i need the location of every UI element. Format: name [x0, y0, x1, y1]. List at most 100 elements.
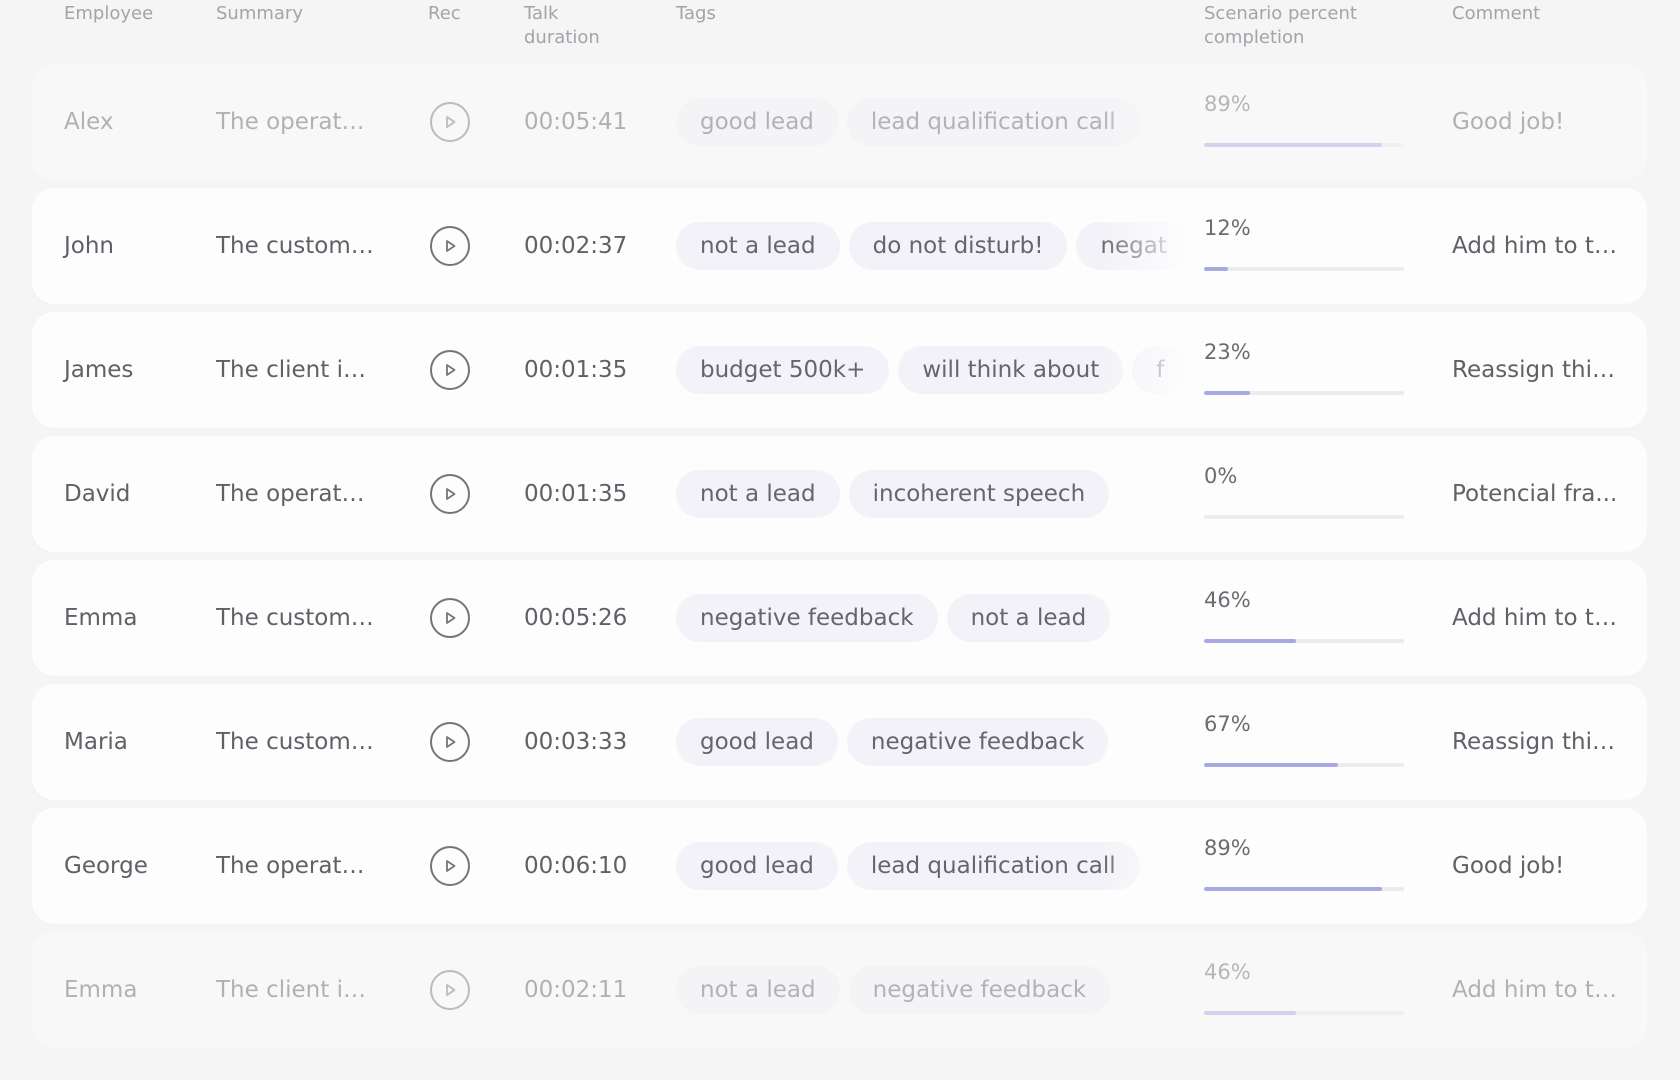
tag-chip[interactable]: budget 500k+: [676, 346, 890, 394]
progress-bar: [1204, 143, 1404, 147]
progress-bar-fill: [1204, 887, 1382, 891]
header-scenario-completion[interactable]: Scenario percent completion: [1204, 2, 1357, 50]
tag-chip[interactable]: negative feedback: [846, 718, 1109, 766]
play-button[interactable]: [430, 722, 470, 762]
rec-cell: [430, 436, 478, 552]
comment-text-text: Good job!: [1452, 853, 1565, 879]
comment-text[interactable]: Potencial fra...: [1452, 436, 1627, 552]
rec-cell: [430, 188, 478, 304]
comment-text[interactable]: Add him to th...: [1452, 560, 1627, 676]
summary-text[interactable]: The client is...: [216, 932, 396, 1048]
completion-percent: 67%: [1204, 712, 1251, 736]
completion-percent: 89%: [1204, 92, 1251, 116]
comment-text[interactable]: Good job!: [1452, 64, 1627, 180]
talk-duration-text: 00:02:11: [524, 977, 628, 1003]
play-icon: [446, 364, 456, 376]
header-scenario-line2: completion: [1204, 27, 1305, 48]
tags-cell: not a lead incoherent speech: [676, 436, 1190, 552]
scenario-completion: 0%: [1204, 436, 1404, 552]
employee-name: Maria: [64, 684, 204, 800]
tag-chip[interactable]: negat: [1076, 222, 1190, 270]
table-row[interactable]: Emma The client is... 00:02:11 not a lead ne…: [32, 932, 1647, 1048]
summary-text[interactable]: The custome...: [216, 188, 396, 304]
summary-text-text: The custome...: [216, 233, 376, 259]
tags-cell: good lead lead qualification call: [676, 808, 1190, 924]
tag-chip[interactable]: incoherent speech: [848, 470, 1110, 518]
progress-bar-fill: [1204, 1011, 1296, 1015]
table-row[interactable]: Maria The custome... 00:03:33 good lead nega…: [32, 684, 1647, 800]
summary-text-text: The client is...: [216, 357, 376, 383]
play-button[interactable]: [430, 970, 470, 1010]
table-row[interactable]: Alex The operator... 00:05:41 good lead lead…: [32, 64, 1647, 180]
table-row[interactable]: George The operator... 00:06:10 good lead le…: [32, 808, 1647, 924]
tag-chip[interactable]: negative feedback: [848, 966, 1111, 1014]
play-icon: [446, 612, 456, 624]
comment-text-text: Potencial fra...: [1452, 481, 1618, 507]
table-header: Employee Summary Rec Talk duration Tags …: [0, 0, 1680, 60]
tag-chip[interactable]: f: [1132, 346, 1189, 394]
tag-chip[interactable]: lead qualification call: [846, 98, 1140, 146]
comment-text[interactable]: Reassign this...: [1452, 684, 1627, 800]
table-row[interactable]: David The operator... 00:01:35 not a lead in…: [32, 436, 1647, 552]
comment-text[interactable]: Good job!: [1452, 808, 1627, 924]
comment-text[interactable]: Reassign this...: [1452, 312, 1627, 428]
header-employee[interactable]: Employee: [64, 2, 153, 26]
tag-chip[interactable]: good lead: [676, 718, 838, 766]
table-row[interactable]: James The client is... 00:01:35 budget 500k…: [32, 312, 1647, 428]
employee-name-text: George: [64, 853, 148, 879]
talk-duration: 00:02:37: [524, 188, 654, 304]
employee-name: David: [64, 436, 204, 552]
table-row[interactable]: John The custome... 00:02:37 not a lead do n…: [32, 188, 1647, 304]
tag-chip[interactable]: not a lead: [676, 470, 840, 518]
tag-chip[interactable]: not a lead: [946, 594, 1111, 642]
header-tags[interactable]: Tags: [676, 2, 716, 26]
summary-text[interactable]: The custome...: [216, 684, 396, 800]
play-button[interactable]: [430, 598, 470, 638]
play-icon: [446, 860, 456, 872]
summary-text[interactable]: The operator...: [216, 64, 396, 180]
play-button[interactable]: [430, 226, 470, 266]
tag-chip[interactable]: negative feedback: [676, 594, 938, 642]
progress-bar-fill: [1204, 639, 1296, 643]
employee-name: John: [64, 188, 204, 304]
employee-name: James: [64, 312, 204, 428]
summary-text[interactable]: The operator...: [216, 436, 396, 552]
summary-text[interactable]: The client is...: [216, 312, 396, 428]
rec-cell: [430, 932, 478, 1048]
header-rec[interactable]: Rec: [428, 2, 461, 26]
progress-bar-fill: [1204, 763, 1338, 767]
completion-percent: 0%: [1204, 464, 1238, 488]
tag-chip[interactable]: good lead: [676, 98, 838, 146]
tag-chip[interactable]: do not disturb!: [848, 222, 1068, 270]
header-summary[interactable]: Summary: [216, 2, 303, 26]
tag-chip[interactable]: not a lead: [676, 966, 840, 1014]
completion-percent: 23%: [1204, 340, 1251, 364]
play-button[interactable]: [430, 474, 470, 514]
scenario-completion: 89%: [1204, 808, 1404, 924]
summary-text[interactable]: The operator...: [216, 808, 396, 924]
talk-duration: 00:05:41: [524, 64, 654, 180]
play-icon: [446, 736, 456, 748]
talk-duration: 00:06:10: [524, 808, 654, 924]
tag-chip[interactable]: not a lead: [676, 222, 840, 270]
talk-duration-text: 00:05:26: [524, 605, 628, 631]
summary-text[interactable]: The custome...: [216, 560, 396, 676]
tag-chip[interactable]: good lead: [676, 842, 838, 890]
scenario-completion: 89%: [1204, 64, 1404, 180]
completion-percent: 89%: [1204, 836, 1251, 860]
table-row[interactable]: Emma The custome... 00:05:26 negative feedb…: [32, 560, 1647, 676]
comment-text[interactable]: Add him to th...: [1452, 188, 1627, 304]
progress-bar-fill: [1204, 143, 1382, 147]
employee-name: George: [64, 808, 204, 924]
play-button[interactable]: [430, 350, 470, 390]
scenario-completion: 46%: [1204, 932, 1404, 1048]
header-talk-duration[interactable]: Talk duration: [524, 2, 600, 50]
tag-chip[interactable]: will think about: [898, 346, 1124, 394]
comment-text[interactable]: Add him to th...: [1452, 932, 1627, 1048]
play-button[interactable]: [430, 102, 470, 142]
comment-text-text: Add him to th...: [1452, 605, 1622, 631]
scenario-completion: 46%: [1204, 560, 1404, 676]
tag-chip[interactable]: lead qualification call: [846, 842, 1140, 890]
play-button[interactable]: [430, 846, 470, 886]
header-comment[interactable]: Comment: [1452, 2, 1540, 26]
